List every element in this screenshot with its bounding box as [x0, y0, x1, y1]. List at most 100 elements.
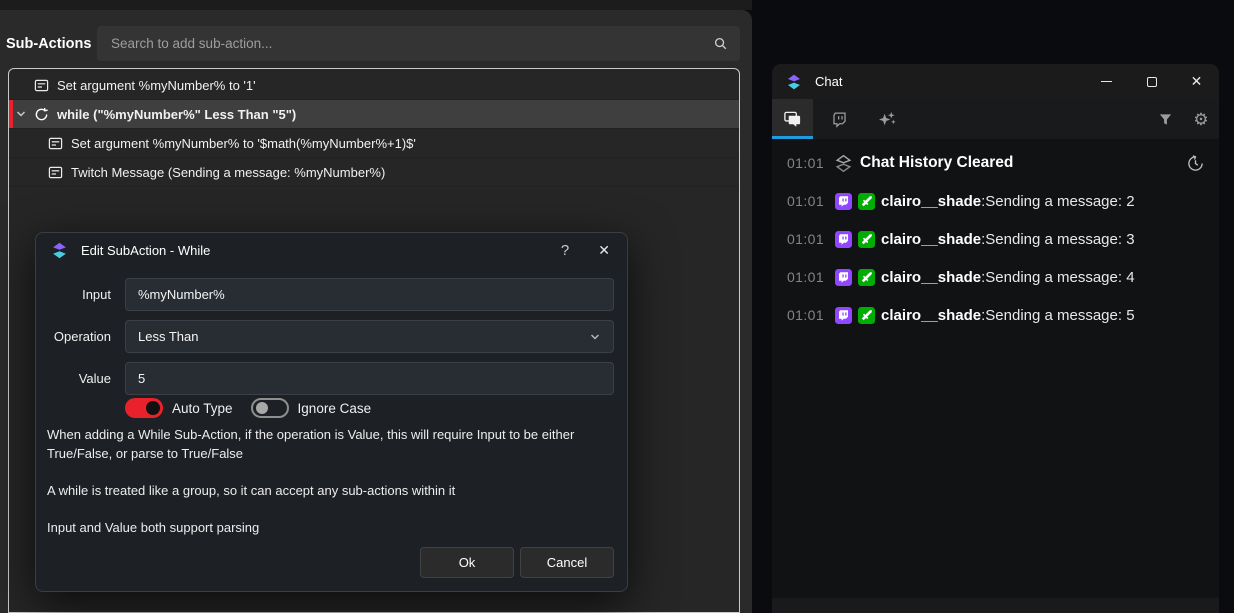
operation-dropdown[interactable]: Less Than — [125, 320, 614, 353]
dialog-title: Edit SubAction - While — [81, 243, 210, 258]
edit-subaction-dialog: Edit SubAction - While ? ✕ Input %myNumb… — [35, 232, 628, 592]
help-button[interactable]: ? — [561, 242, 569, 259]
subaction-label: Set argument %myNumber% to '$math(%myNum… — [71, 136, 416, 151]
chat-message-row: 01:01 clairo__shade : Sending a message:… — [772, 220, 1219, 258]
message-timestamp: 01:01 — [787, 193, 824, 209]
settings-button[interactable]: ⚙ — [1183, 99, 1219, 139]
argument-icon — [48, 164, 64, 180]
close-button[interactable]: ✕ — [1174, 64, 1219, 99]
operation-selected-value: Less Than — [138, 329, 589, 344]
value-field-value: 5 — [138, 371, 145, 386]
toggles-row: Auto Type Ignore Case — [125, 397, 389, 419]
twitch-badge-icon — [835, 269, 852, 286]
value-label: Value — [36, 371, 111, 386]
ignore-case-toggle[interactable] — [251, 398, 289, 418]
toggle-knob — [256, 402, 268, 414]
argument-icon — [34, 77, 50, 93]
dialog-description-3: Input and Value both support parsing — [47, 518, 622, 537]
input-label: Input — [36, 287, 111, 302]
tab-twitch[interactable] — [817, 99, 861, 139]
search-placeholder: Search to add sub-action... — [111, 36, 713, 51]
dialog-titlebar: Edit SubAction - While ? ✕ — [36, 233, 627, 267]
maximize-icon — [1147, 77, 1157, 87]
message-timestamp: 01:01 — [787, 269, 824, 285]
filter-button[interactable] — [1147, 99, 1183, 139]
subaction-label: Twitch Message (Sending a message: %myNu… — [71, 165, 385, 180]
value-field[interactable]: 5 — [125, 362, 614, 395]
subaction-row[interactable]: Set argument %myNumber% to '$math(%myNum… — [9, 129, 739, 158]
window-top-strip — [0, 0, 752, 10]
auto-type-label: Auto Type — [172, 401, 233, 416]
sparkles-icon — [878, 110, 897, 129]
chat-username[interactable]: clairo__shade — [881, 231, 981, 248]
message-timestamp: 01:01 — [787, 155, 824, 171]
operation-field-row: Operation Less Than — [36, 320, 627, 353]
chat-username[interactable]: clairo__shade — [881, 193, 981, 210]
subaction-label: Set argument %myNumber% to '1' — [57, 78, 256, 93]
chat-message-row: 01:01 clairo__shade : Sending a message:… — [772, 258, 1219, 296]
twitch-icon — [831, 111, 848, 128]
moderator-badge-icon — [858, 307, 875, 324]
toggle-knob — [146, 401, 160, 415]
chevron-down-icon[interactable] — [15, 108, 34, 120]
chat-message-text: Sending a message: 2 — [985, 193, 1134, 210]
gear-icon: ⚙ — [1193, 111, 1208, 128]
cancel-button[interactable]: Cancel — [520, 547, 614, 578]
chat-tab-bar: ⚙ — [772, 99, 1219, 139]
chat-footer-strip — [772, 598, 1219, 613]
chevron-down-icon — [589, 331, 601, 343]
operation-label: Operation — [36, 329, 111, 344]
chat-message-text: Sending a message: 3 — [985, 231, 1134, 248]
streamerbot-logo-icon — [51, 242, 68, 259]
chat-system-row: 01:01 Chat History Cleared — [772, 144, 1219, 182]
chat-username[interactable]: clairo__shade — [881, 307, 981, 324]
search-icon — [713, 36, 728, 51]
minimize-button[interactable] — [1084, 64, 1129, 99]
minimize-icon — [1101, 81, 1112, 82]
moderator-badge-icon — [858, 231, 875, 248]
argument-icon — [48, 135, 64, 151]
message-timestamp: 01:01 — [787, 307, 824, 323]
chat-message-text: Sending a message: 5 — [985, 307, 1134, 324]
subaction-label: while ("%myNumber%" Less Than "5") — [57, 107, 296, 122]
dialog-description-2: A while is treated like a group, so it c… — [47, 481, 622, 500]
subaction-row[interactable]: Set argument %myNumber% to '1' — [9, 71, 739, 100]
streamerbot-logo-icon — [786, 74, 802, 90]
value-field-row: Value 5 — [36, 362, 627, 395]
desktop: Sub-Actions Search to add sub-action... … — [0, 0, 1234, 613]
input-field-value: %myNumber% — [138, 287, 225, 302]
moderator-badge-icon — [858, 193, 875, 210]
ok-button[interactable]: Ok — [420, 547, 514, 578]
history-button[interactable] — [1187, 155, 1204, 172]
chat-window-title: Chat — [815, 74, 842, 89]
twitch-badge-icon — [835, 193, 852, 210]
filter-icon — [1158, 112, 1173, 127]
ignore-case-label: Ignore Case — [298, 401, 372, 416]
twitch-badge-icon — [835, 307, 852, 324]
twitch-badge-icon — [835, 231, 852, 248]
chat-message-text: Sending a message: 4 — [985, 269, 1134, 286]
input-field-row: Input %myNumber% — [36, 278, 627, 311]
subaction-row[interactable]: while ("%myNumber%" Less Than "5") — [9, 100, 739, 129]
subaction-search-input[interactable]: Search to add sub-action... — [97, 26, 740, 61]
chat-bubbles-icon — [783, 110, 802, 129]
subactions-title: Sub-Actions — [6, 26, 91, 61]
window-controls: ✕ — [1084, 64, 1219, 99]
chat-message-list: 01:01 Chat History Cleared 01:01 — [772, 139, 1219, 613]
message-timestamp: 01:01 — [787, 231, 824, 247]
auto-type-toggle[interactable] — [125, 398, 163, 418]
chat-username[interactable]: clairo__shade — [881, 269, 981, 286]
close-icon: ✕ — [1191, 73, 1203, 90]
subaction-row[interactable]: Twitch Message (Sending a message: %myNu… — [9, 158, 739, 187]
tab-bar-right-actions: ⚙ — [1147, 99, 1219, 139]
system-message-text: Chat History Cleared — [860, 154, 1013, 172]
dialog-close-button[interactable]: ✕ — [598, 242, 610, 259]
input-field[interactable]: %myNumber% — [125, 278, 614, 311]
moderator-badge-icon — [858, 269, 875, 286]
tab-events[interactable] — [865, 99, 909, 139]
tab-chat-messages[interactable] — [772, 99, 813, 139]
chat-message-row: 01:01 clairo__shade : Sending a message:… — [772, 296, 1219, 334]
chat-titlebar: Chat ✕ — [772, 64, 1219, 99]
maximize-button[interactable] — [1129, 64, 1174, 99]
streamerbot-logo-gray-icon — [835, 155, 852, 172]
